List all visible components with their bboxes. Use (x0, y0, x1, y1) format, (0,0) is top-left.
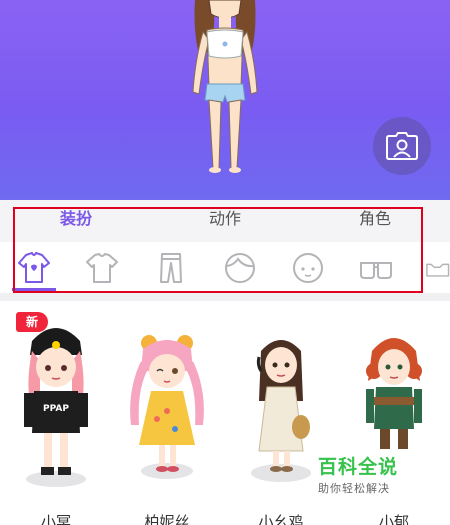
section-divider (0, 293, 450, 301)
character-card[interactable]: 柏妮丝 (117, 301, 217, 525)
category-top-clothing[interactable] (14, 248, 54, 288)
glasses-icon (360, 262, 392, 279)
avatar-figure[interactable] (185, 0, 265, 178)
category-glasses[interactable] (356, 248, 396, 288)
character-avatar: PPAP (24, 328, 88, 487)
svg-text:PPAP: PPAP (43, 404, 69, 414)
character-card[interactable]: 小幺鸡 (231, 301, 331, 525)
character-name: 小郁 (378, 513, 409, 525)
watermark-subtitle: 助你轻松解决 (318, 482, 390, 495)
watermark-logo: 百科全说 助你轻松解决 (318, 452, 418, 496)
tab-dressup[interactable]: 装扮 (36, 200, 116, 242)
camera-icon (386, 132, 418, 160)
character-name: 柏妮丝 (144, 513, 190, 525)
category-accessory[interactable] (424, 248, 450, 288)
category-face[interactable] (288, 248, 328, 288)
tab-actions[interactable]: 动作 (185, 200, 265, 242)
character-name: 小冥 (40, 513, 71, 525)
hair-icon (225, 253, 255, 283)
accessory-icon (426, 263, 450, 277)
watermark-title: 百科全说 (318, 456, 399, 478)
category-tshirt[interactable] (82, 248, 122, 288)
category-selected-indicator (12, 288, 56, 291)
tshirt-icon (86, 253, 118, 283)
character-avatar (251, 340, 311, 482)
character-name: 小幺鸡 (258, 513, 304, 525)
character-avatar (130, 335, 204, 479)
tab-characters[interactable]: 角色 (335, 200, 415, 242)
category-pants[interactable] (151, 248, 191, 288)
category-bar (0, 242, 450, 292)
pants-icon (160, 253, 182, 283)
avatar-stage (0, 0, 450, 200)
camera-button[interactable] (373, 117, 431, 175)
character-grid: 新 PPAP 小冥 柏妮丝 小幺鸡 小郁 百科全说 助你轻松解决 (0, 301, 450, 525)
category-hair[interactable] (220, 248, 260, 288)
character-card[interactable]: 新 PPAP 小冥 (6, 301, 106, 525)
tab-bar: 装扮 动作 角色 (0, 200, 450, 242)
top-clothing-icon (18, 252, 50, 283)
face-icon (293, 253, 323, 283)
